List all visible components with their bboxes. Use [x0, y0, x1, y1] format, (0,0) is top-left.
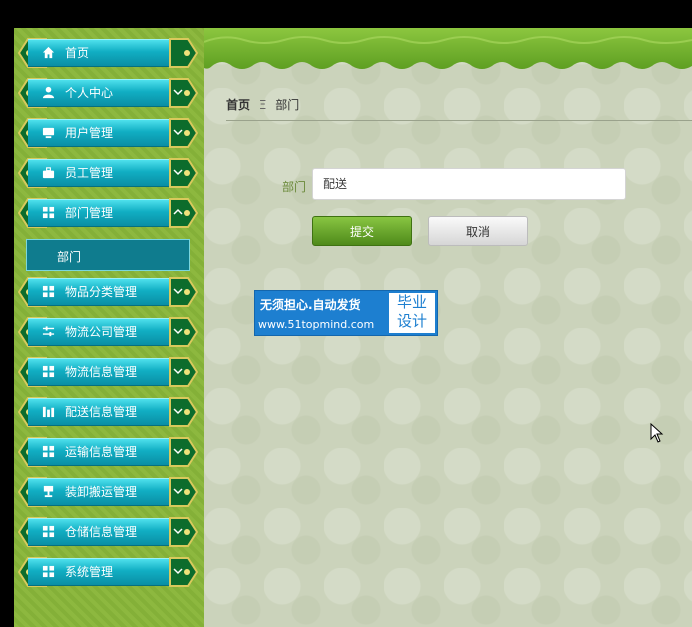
stamp-icon	[43, 485, 54, 498]
submit-button[interactable]: 提交	[312, 216, 412, 246]
user-icon	[42, 86, 55, 99]
chevron-down-icon	[173, 568, 183, 575]
grid-icon	[42, 565, 55, 578]
sidebar: 首页 个人中心 用户管理 员工管理 部门管理 部门 物品分类管理 物流公司管理 …	[14, 28, 204, 627]
sidebar-item-label: 用户管理	[65, 126, 114, 140]
grid-icon	[42, 525, 55, 538]
chevron-down-icon	[173, 328, 183, 335]
chevron-down-icon	[173, 448, 183, 455]
header-banner	[204, 28, 692, 69]
sidebar-item-transport-info-management[interactable]: 运输信息管理	[18, 436, 198, 468]
watermark-line2: www.51topmind.com	[258, 318, 375, 331]
monitor-icon	[42, 127, 55, 139]
chevron-down-icon	[173, 169, 183, 176]
sidebar-item-label: 配送信息管理	[65, 405, 138, 419]
sidebar-item-staff-management[interactable]: 员工管理	[18, 157, 198, 189]
breadcrumb-current: 部门	[275, 98, 300, 112]
sidebar-item-department-management[interactable]: 部门管理	[18, 197, 198, 229]
sidebar-item-label: 首页	[65, 46, 90, 60]
briefcase-icon	[42, 167, 55, 179]
sidebar-item-label: 部门管理	[65, 206, 114, 220]
cancel-button[interactable]: 取消	[428, 216, 528, 246]
home-icon	[42, 46, 55, 59]
sidebar-item-label: 装卸搬运管理	[65, 485, 138, 499]
watermark-box-line2: 设计	[396, 312, 427, 330]
top-black-bar	[0, 0, 692, 28]
chevron-up-icon	[173, 208, 183, 215]
breadcrumb-divider	[226, 120, 692, 121]
department-field-label: 部门	[282, 180, 307, 194]
chevron-down-icon	[173, 368, 183, 375]
sidebar-item-label: 系统管理	[65, 565, 114, 579]
grid-icon	[42, 445, 55, 458]
sidebar-subitem-department[interactable]: 部门	[26, 239, 190, 271]
chevron-down-icon	[173, 408, 183, 415]
sidebar-item-logistics-info-management[interactable]: 物流信息管理	[18, 356, 198, 388]
chevron-down-icon	[173, 89, 183, 96]
sliders-icon	[42, 326, 55, 337]
sidebar-item-label: 物流公司管理	[65, 325, 138, 339]
breadcrumb-separator: Ξ	[258, 98, 267, 112]
grid-icon	[42, 285, 55, 298]
chart-icon	[42, 406, 55, 418]
watermark-box: 毕业 设计	[389, 293, 435, 333]
sidebar-item-label: 仓储信息管理	[65, 525, 138, 539]
sidebar-item-personal-center[interactable]: 个人中心	[18, 77, 198, 109]
grid-icon	[42, 206, 55, 219]
sidebar-item-user-management[interactable]: 用户管理	[18, 117, 198, 149]
department-input[interactable]: 配送	[312, 168, 626, 200]
watermark-badge: 无须担心.自动发货 www.51topmind.com 毕业 设计	[254, 290, 438, 336]
sidebar-item-label: 物品分类管理	[65, 285, 138, 299]
chevron-down-icon	[173, 528, 183, 535]
chevron-down-icon	[173, 129, 183, 136]
mouse-cursor-icon	[650, 423, 664, 443]
sidebar-item-label: 员工管理	[65, 166, 114, 180]
sidebar-item-system-management[interactable]: 系统管理	[18, 556, 198, 588]
grid-icon	[42, 365, 55, 378]
main-content: 首页 Ξ 部门 部门 配送 提交 取消 无须担心.自动发货 www.51topm…	[204, 28, 692, 627]
sidebar-item-loading-management[interactable]: 装卸搬运管理	[18, 476, 198, 508]
sidebar-item-item-category-management[interactable]: 物品分类管理	[18, 276, 198, 308]
sidebar-item-home[interactable]: 首页	[18, 37, 198, 69]
breadcrumb: 首页 Ξ 部门	[226, 96, 299, 113]
pill-cap-right	[169, 38, 198, 68]
watermark-box-line1: 毕业	[396, 293, 427, 311]
sidebar-item-warehouse-info-management[interactable]: 仓储信息管理	[18, 516, 198, 548]
sidebar-item-label: 个人中心	[65, 86, 114, 100]
chevron-down-icon	[173, 288, 183, 295]
sidebar-item-label: 运输信息管理	[65, 445, 138, 459]
sidebar-item-logistics-company-management[interactable]: 物流公司管理	[18, 316, 198, 348]
sidebar-item-label: 物流信息管理	[65, 365, 138, 379]
sidebar-item-delivery-info-management[interactable]: 配送信息管理	[18, 396, 198, 428]
chevron-down-icon	[173, 488, 183, 495]
breadcrumb-home[interactable]: 首页	[226, 98, 250, 112]
sidebar-subitem-label: 部门	[57, 250, 82, 264]
watermark-line1: 无须担心.自动发货	[260, 298, 361, 312]
